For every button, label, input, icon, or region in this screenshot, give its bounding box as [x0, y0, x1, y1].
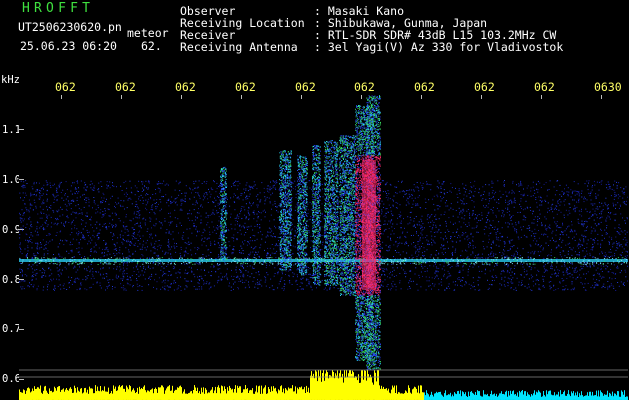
time-label: 062	[175, 80, 196, 94]
app-title: HROFFT	[22, 1, 95, 16]
tick-mark	[19, 129, 24, 130]
time-label: 062	[55, 80, 76, 94]
tick-mark	[601, 95, 602, 99]
percent-label: 62.	[141, 39, 162, 53]
tick-mark	[19, 279, 24, 280]
mode-label: meteor	[127, 26, 169, 40]
tick-mark	[481, 95, 482, 99]
meteor-core	[362, 160, 376, 290]
tick-mark	[19, 379, 24, 380]
time-label: 062	[354, 80, 375, 94]
tick-mark	[19, 329, 24, 330]
time-label: 062	[534, 80, 555, 94]
time-label: 062	[414, 80, 435, 94]
tick-mark	[361, 95, 362, 99]
tick-mark	[121, 95, 122, 99]
time-label: 062	[295, 80, 316, 94]
time-label: 062	[115, 80, 136, 94]
tick-mark	[19, 179, 24, 180]
time-label: 062	[235, 80, 256, 94]
y-axis-unit: kHz	[1, 74, 20, 86]
tick-mark	[61, 95, 62, 99]
antenna-label: Receiving Antenna	[180, 40, 298, 54]
time-label: 0630	[594, 80, 622, 94]
datetime-label: 25.06.23 06:20	[20, 39, 117, 53]
tick-mark	[181, 95, 182, 99]
spectrogram-background	[19, 95, 628, 400]
spectrogram	[19, 95, 628, 400]
time-label: 062	[474, 80, 495, 94]
tick-mark	[541, 95, 542, 99]
tick-mark	[301, 95, 302, 99]
antenna-value: : 3el Yagi(V) Az 330 for Vladivostok	[314, 40, 564, 54]
header-panel: HROFFT UT2506230620.pn meteor 25.06.23 0…	[0, 0, 629, 72]
filename-label: UT2506230620.pn	[18, 20, 122, 34]
tick-mark	[421, 95, 422, 99]
tick-mark	[241, 95, 242, 99]
tick-mark	[19, 229, 24, 230]
